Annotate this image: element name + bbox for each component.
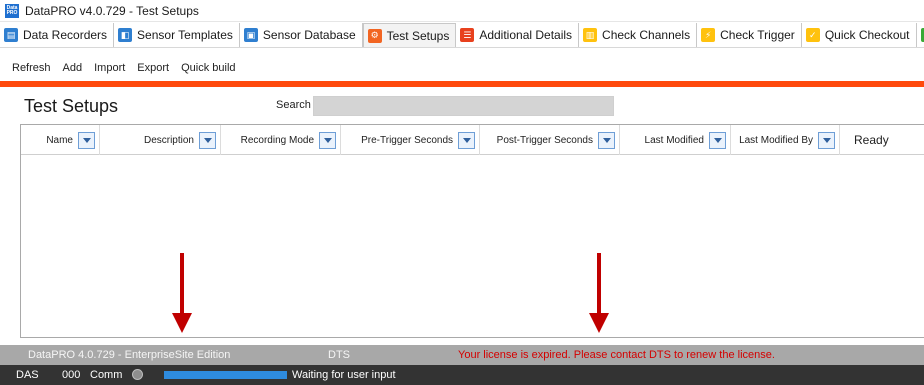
check-channels-icon: ▥ [583,28,598,42]
comm-status-led-icon [132,369,143,380]
tab-next[interactable]: ▸ [917,23,924,47]
accent-divider [0,81,924,87]
grid-header: Name Description Recording Mode Pre-Trig… [21,125,924,155]
next-tab-icon: ▸ [920,28,924,42]
filter-dropdown-icon[interactable] [78,131,95,149]
page-title: Test Setups [24,96,119,116]
module-tab-bar: ▤ Data Recorders ◧ Sensor Templates ▣ Se… [0,22,924,48]
filter-dropdown-icon[interactable] [319,131,336,149]
column-header-description[interactable]: Description [100,125,221,155]
license-expired-message: Your license is expired. Please contact … [458,349,775,361]
import-button[interactable]: Import [94,62,125,74]
progress-bar-fill [164,371,287,379]
column-header-pre-trigger-seconds[interactable]: Pre-Trigger Seconds [341,125,480,155]
tab-check-trigger[interactable]: ⚡ Check Trigger [697,23,802,47]
column-label: Description [143,134,194,146]
tab-label: Sensor Database [262,28,356,42]
vendor-label: DTS [328,349,350,361]
tab-label: Additional Details [479,28,573,42]
annotation-arrow-down [172,253,192,333]
tab-label: Quick Checkout [824,28,910,42]
title-bar: Data PRO DataPRO v4.0.729 - Test Setups [0,0,924,22]
column-label: Last Modified [644,134,704,146]
column-header-post-trigger-seconds[interactable]: Post-Trigger Seconds [480,125,620,155]
tab-additional-details[interactable]: ☰ Additional Details [456,23,580,47]
ready-status-label: Ready [854,133,889,147]
das-status-bar: DAS 000 Comm Waiting for user input [0,365,924,385]
column-header-recording-mode[interactable]: Recording Mode [221,125,341,155]
tab-quick-checkout[interactable]: ✓ Quick Checkout [802,23,917,47]
tab-label: Data Recorders [23,28,108,42]
add-button[interactable]: Add [63,62,83,74]
column-label: Recording Mode [240,134,314,146]
column-header-name[interactable]: Name [21,125,100,155]
progress-bar [164,371,287,379]
tab-check-channels[interactable]: ▥ Check Channels [579,23,698,47]
column-label: Last Modified By [739,134,813,146]
filter-dropdown-icon[interactable] [199,131,216,149]
filter-dropdown-icon[interactable] [458,131,475,149]
check-trigger-icon: ⚡ [701,28,716,42]
tab-data-recorders[interactable]: ▤ Data Recorders [0,23,115,47]
quick-build-button[interactable]: Quick build [181,62,235,74]
test-setup-icon: ⚙ [367,28,382,43]
filter-dropdown-icon[interactable] [598,131,615,149]
column-header-last-modified[interactable]: Last Modified [620,125,731,155]
test-setups-grid: Name Description Recording Mode Pre-Trig… [20,124,924,338]
tab-label: Check Channels [602,28,691,42]
template-icon: ◧ [118,28,133,42]
column-label: Post-Trigger Seconds [496,134,593,146]
search-label: Search [276,99,311,111]
column-label: Name [46,134,73,146]
comm-label: Comm [90,369,123,381]
filter-dropdown-icon[interactable] [709,131,726,149]
tab-label: Check Trigger [720,28,795,42]
database-icon: ▣ [243,28,258,42]
tab-sensor-templates[interactable]: ◧ Sensor Templates [114,23,240,47]
export-button[interactable]: Export [137,62,169,74]
column-label: Pre-Trigger Seconds [361,134,453,146]
details-icon: ☰ [460,28,475,42]
tab-test-setups[interactable]: ⚙ Test Setups [362,23,457,47]
tab-label: Test Setups [386,28,450,43]
window-title: DataPRO v4.0.729 - Test Setups [25,3,199,18]
tab-sensor-database[interactable]: ▣ Sensor Database [240,23,363,47]
quick-checkout-icon: ✓ [805,28,820,42]
toolbar: Refresh Add Import Export Quick build [0,56,924,80]
waiting-status-text: Waiting for user input [292,369,396,381]
search-input[interactable] [313,96,614,116]
edition-label: DataPRO 4.0.729 - EnterpriseSite Edition [28,349,231,361]
das-label: DAS [16,369,39,381]
datapro-app-icon: Data PRO [5,3,19,18]
annotation-arrow-down [589,253,609,333]
status-bar: DataPRO 4.0.729 - EnterpriseSite Edition… [0,345,924,365]
column-header-last-modified-by[interactable]: Last Modified By [731,125,840,155]
das-count: 000 [62,369,81,381]
refresh-button[interactable]: Refresh [12,62,51,74]
filter-dropdown-icon[interactable] [818,131,835,149]
recorder-icon: ▤ [4,28,18,42]
tab-label: Sensor Templates [137,28,233,42]
